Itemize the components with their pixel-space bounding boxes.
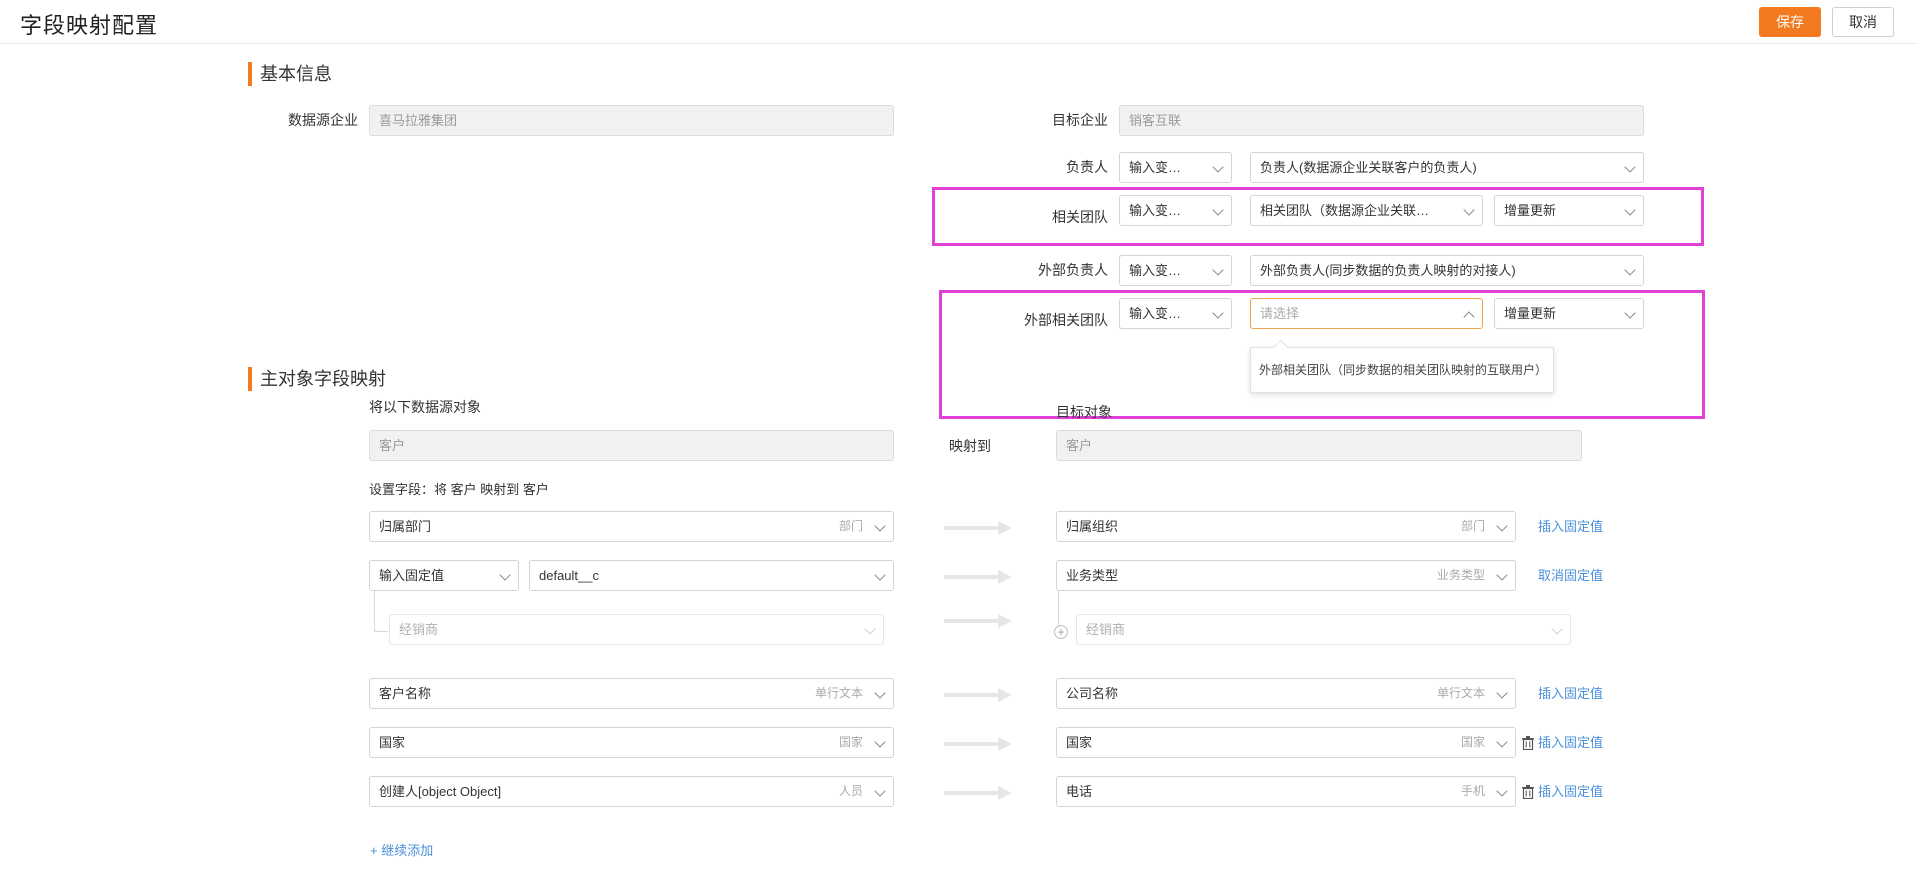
chevron-down-icon — [1496, 687, 1508, 699]
target-field-select[interactable]: 电话 手机 — [1056, 776, 1516, 807]
target-company-label: 目标企业 — [1052, 112, 1108, 128]
fixed-value-select[interactable]: default__c — [529, 560, 894, 591]
tree-connector — [374, 631, 388, 632]
chevron-down-icon — [874, 569, 886, 581]
child-target-field-select[interactable]: 经销商 — [1076, 614, 1571, 645]
source-mode-select[interactable]: 输入固定值 — [369, 560, 519, 591]
page-title: 字段映射配置 — [20, 13, 159, 38]
arrow-right-icon — [944, 614, 1012, 628]
cancel-fixed-value-link[interactable]: 取消固定值 — [1538, 561, 1603, 591]
chevron-down-icon — [1212, 161, 1224, 173]
target-object-label: 目标对象 — [1056, 404, 1112, 420]
arrow-right-icon — [944, 521, 1012, 535]
chevron-down-icon — [1496, 785, 1508, 797]
source-object-field: 客户 — [369, 430, 894, 461]
source-object-label: 将以下数据源对象 — [369, 399, 481, 415]
external-owner-label: 外部负责人 — [1038, 262, 1108, 278]
chevron-down-icon — [874, 736, 886, 748]
add-child-icon[interactable]: + — [1054, 625, 1068, 639]
chevron-down-icon — [874, 785, 886, 797]
owner-mode-select[interactable]: 输入变量值 — [1119, 152, 1232, 183]
chevron-down-icon — [1551, 623, 1563, 635]
owner-value-select[interactable]: 负责人(数据源企业关联客户的负责人) — [1250, 152, 1644, 183]
tree-connector — [374, 591, 375, 631]
target-field-select[interactable]: 国家 国家 — [1056, 727, 1516, 758]
source-field-select[interactable]: 客户名称 单行文本 — [369, 678, 894, 709]
trash-icon[interactable] — [1522, 785, 1534, 799]
chevron-down-icon — [499, 569, 511, 581]
chevron-down-icon — [1496, 569, 1508, 581]
target-object-field: 客户 — [1056, 430, 1582, 461]
chevron-down-icon — [1496, 520, 1508, 532]
chevron-down-icon — [874, 687, 886, 699]
chevron-down-icon — [874, 520, 886, 532]
section-title-basic: 基本信息 — [248, 62, 332, 86]
trash-icon[interactable] — [1522, 736, 1534, 750]
arrow-right-icon — [944, 786, 1012, 800]
child-source-field-select[interactable]: 经销商 — [389, 614, 884, 645]
owner-label: 负责人 — [1066, 159, 1108, 175]
insert-fixed-value-link[interactable]: 插入固定值 — [1538, 679, 1603, 709]
insert-fixed-value-link[interactable]: 插入固定值 — [1538, 512, 1603, 542]
field-mapping-hint: 设置字段：将 客户 映射到 客户 — [369, 482, 549, 497]
chevron-down-icon — [1624, 264, 1636, 276]
highlight-box-team — [932, 187, 1704, 246]
insert-fixed-value-link[interactable]: 插入固定值 — [1538, 728, 1603, 758]
source-company-label: 数据源企业 — [288, 112, 358, 128]
chevron-down-icon — [1496, 736, 1508, 748]
external-owner-value-select[interactable]: 外部负责人(同步数据的负责人映射的对接人) — [1250, 255, 1644, 286]
insert-fixed-value-link[interactable]: 插入固定值 — [1538, 777, 1603, 807]
chevron-down-icon — [1624, 161, 1636, 173]
arrow-right-icon — [944, 737, 1012, 751]
cancel-button[interactable]: 取消 — [1832, 7, 1894, 37]
external-owner-mode-select[interactable]: 输入变量值 — [1119, 255, 1232, 286]
target-company-field: 销客互联 — [1119, 105, 1644, 136]
source-field-select[interactable]: 归属部门 部门 — [369, 511, 894, 542]
section-title-mapping: 主对象字段映射 — [248, 367, 386, 391]
source-field-select[interactable]: 国家 国家 — [369, 727, 894, 758]
add-more-link[interactable]: + 继续添加 — [370, 841, 433, 861]
arrow-right-icon — [944, 570, 1012, 584]
target-field-select[interactable]: 业务类型 业务类型 — [1056, 560, 1516, 591]
source-field-select[interactable]: 创建人[object Object] 人员 — [369, 776, 894, 807]
map-to-label: 映射到 — [949, 438, 991, 454]
source-company-field: 喜马拉雅集团 — [369, 105, 894, 136]
target-field-select[interactable]: 归属组织 部门 — [1056, 511, 1516, 542]
save-button[interactable]: 保存 — [1759, 7, 1821, 37]
page-header: 字段映射配置 保存 取消 — [0, 0, 1917, 44]
arrow-right-icon — [944, 688, 1012, 702]
target-field-select[interactable]: 公司名称 单行文本 — [1056, 678, 1516, 709]
chevron-down-icon — [1212, 264, 1224, 276]
highlight-box-external-team — [939, 290, 1705, 419]
chevron-down-icon — [864, 623, 876, 635]
